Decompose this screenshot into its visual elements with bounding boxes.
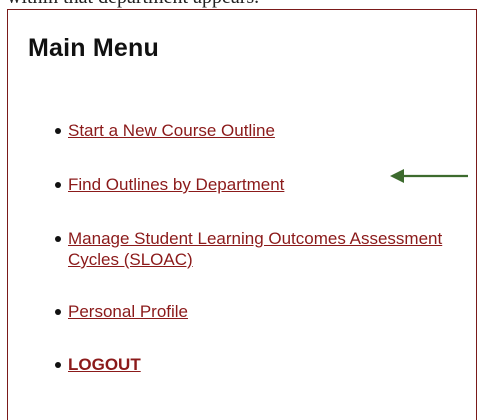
bullet-icon [55, 362, 61, 368]
menu-item-personal-profile: Personal Profile [55, 301, 468, 322]
left-arrow-icon [390, 169, 468, 183]
menu-item-logout: LOGOUT [55, 354, 468, 375]
logout-link[interactable]: LOGOUT [68, 355, 141, 374]
bullet-icon [55, 128, 61, 134]
personal-profile-link[interactable]: Personal Profile [68, 302, 188, 321]
start-new-course-outline-link[interactable]: Start a New Course Outline [68, 121, 275, 140]
bullet-icon [55, 182, 61, 188]
bullet-icon [55, 236, 61, 242]
bullet-icon [55, 309, 61, 315]
find-outlines-by-department-link[interactable]: Find Outlines by Department [68, 175, 284, 194]
page: within that department appears. Main Men… [0, 0, 478, 420]
menu-item-start-new-course-outline: Start a New Course Outline [55, 120, 468, 141]
manage-sloac-link[interactable]: Manage Student Learning Outcomes Assessm… [68, 229, 442, 269]
document-caption-fragment: within that department appears. [7, 0, 478, 8]
main-menu-panel: Main Menu Start a New Course Outline Fin… [7, 9, 477, 420]
menu-title: Main Menu [28, 34, 159, 62]
menu-item-manage-sloac: Manage Student Learning Outcomes Assessm… [55, 228, 468, 270]
